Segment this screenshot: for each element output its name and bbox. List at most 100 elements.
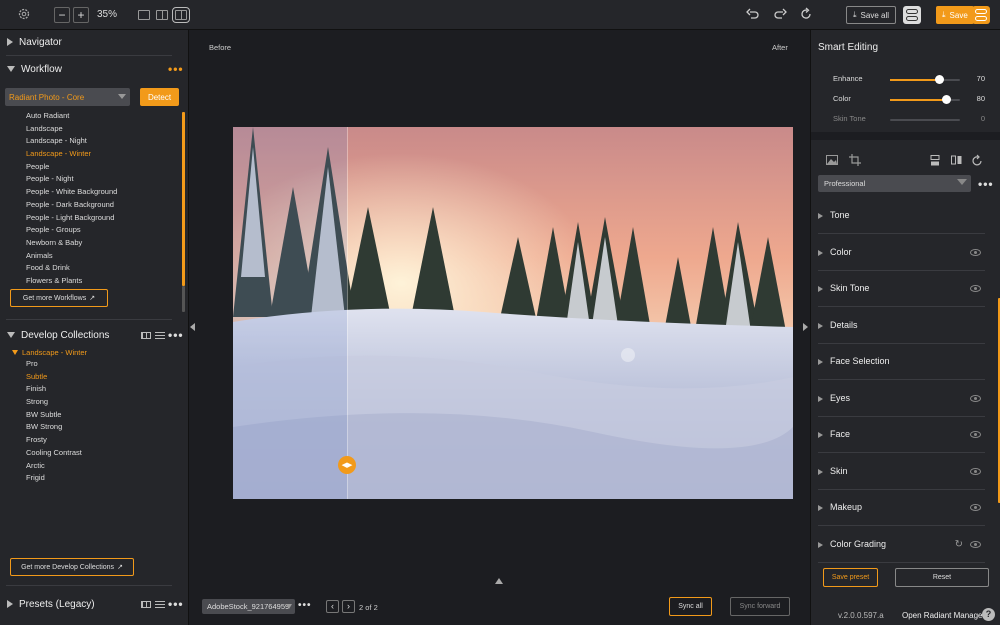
- adjustment-color[interactable]: Color: [818, 235, 985, 271]
- expand-filmstrip-icon[interactable]: [495, 578, 503, 584]
- workflow-item[interactable]: Animals: [26, 250, 117, 263]
- filter-icon[interactable]: [957, 179, 967, 185]
- collection-item[interactable]: Arctic: [26, 460, 82, 473]
- adjustment-color-grading[interactable]: Color Grading ↻: [818, 527, 985, 563]
- eye-icon[interactable]: [970, 248, 981, 256]
- workflow-item[interactable]: People - Groups: [26, 224, 117, 237]
- zoom-out-button[interactable]: −: [54, 7, 70, 23]
- save-all-button[interactable]: ⤓ Save all: [846, 6, 897, 24]
- workflow-header[interactable]: Workflow: [0, 59, 189, 79]
- slider-knob[interactable]: [935, 75, 944, 84]
- navigator-header[interactable]: Navigator: [0, 32, 189, 52]
- image-icon[interactable]: [826, 155, 838, 168]
- collections-more-icon[interactable]: •••: [168, 328, 184, 342]
- split-handle-icon[interactable]: ◀▶: [338, 456, 356, 474]
- collection-group[interactable]: Landscape - Winter: [12, 348, 87, 357]
- next-image-button[interactable]: ›: [342, 600, 355, 613]
- collapse-left-panel-icon[interactable]: [190, 323, 195, 331]
- presets-more-icon[interactable]: •••: [168, 597, 184, 611]
- slider-track[interactable]: [890, 75, 960, 84]
- sync-all-button[interactable]: Sync all: [669, 597, 712, 616]
- eye-icon[interactable]: [970, 504, 981, 511]
- workflow-item[interactable]: Landscape - Night: [26, 135, 117, 148]
- workflow-item[interactable]: Landscape - Winter: [26, 148, 117, 161]
- slider-skin-tone[interactable]: Skin Tone 0: [833, 114, 993, 126]
- collection-item[interactable]: Frigid: [26, 472, 82, 485]
- undo-icon[interactable]: [746, 7, 760, 21]
- collection-item[interactable]: Subtle: [26, 371, 82, 384]
- side-by-side-view-icon[interactable]: [156, 10, 168, 20]
- single-view-icon[interactable]: [138, 10, 150, 20]
- flip-horizontal-icon[interactable]: [951, 155, 962, 168]
- eye-icon[interactable]: [970, 394, 981, 402]
- save-button[interactable]: ⤓ Save: [936, 6, 974, 24]
- adjustment-makeup[interactable]: Makeup: [818, 490, 985, 526]
- gear-icon[interactable]: [17, 7, 31, 21]
- save-options-toggle[interactable]: [972, 6, 990, 24]
- slider-track[interactable]: [890, 95, 960, 104]
- collection-item[interactable]: Strong: [26, 396, 82, 409]
- adjustment-eyes[interactable]: Eyes: [818, 381, 985, 417]
- workflow-select[interactable]: Radiant Photo - Core: [5, 88, 130, 106]
- photo-preview[interactable]: ◀▶: [233, 127, 793, 499]
- rotate-icon[interactable]: [972, 154, 983, 169]
- open-radiant-manager-link[interactable]: Open Radiant Manager: [902, 611, 985, 620]
- crop-icon[interactable]: [849, 154, 861, 169]
- flip-vertical-icon[interactable]: [930, 155, 940, 169]
- file-select[interactable]: AdobeStock_921764959: [202, 599, 295, 614]
- previous-image-button[interactable]: ‹: [326, 600, 339, 613]
- save-preset-button[interactable]: Save preset: [823, 568, 878, 587]
- adjustment-skin[interactable]: Skin: [818, 454, 985, 490]
- eye-icon[interactable]: [970, 431, 981, 438]
- save-all-options-toggle[interactable]: [903, 6, 921, 24]
- file-more-icon[interactable]: •••: [298, 600, 312, 611]
- eye-icon[interactable]: [970, 540, 981, 548]
- list-view-icon[interactable]: [155, 601, 165, 609]
- adjustment-face[interactable]: Face: [818, 417, 985, 453]
- workflow-item[interactable]: People - Night: [26, 173, 117, 186]
- collection-item[interactable]: Finish: [26, 383, 82, 396]
- help-icon[interactable]: ?: [982, 608, 995, 621]
- grid-view-icon[interactable]: [141, 601, 151, 608]
- collection-item[interactable]: BW Subtle: [26, 409, 82, 422]
- workflow-item[interactable]: Newborn & Baby: [26, 237, 117, 250]
- adjustment-face-selection[interactable]: Face Selection: [818, 344, 985, 380]
- split-view-icon[interactable]: [172, 7, 190, 23]
- workflow-scrollbar[interactable]: [182, 112, 185, 286]
- reset-button[interactable]: Reset: [895, 568, 989, 587]
- grid-view-icon[interactable]: [141, 332, 151, 339]
- eye-icon[interactable]: [970, 285, 981, 292]
- slider-track[interactable]: [890, 119, 960, 121]
- adjustment-details[interactable]: Details: [818, 308, 985, 344]
- collection-item[interactable]: Cooling Contrast: [26, 447, 82, 460]
- slider-enhance[interactable]: Enhance 70: [833, 74, 993, 86]
- collection-item[interactable]: Pro: [26, 358, 82, 371]
- refresh-icon[interactable]: [799, 7, 813, 21]
- workflow-item[interactable]: Flowers & Plants: [26, 275, 117, 288]
- workflow-item[interactable]: People - Light Background: [26, 212, 117, 225]
- slider-color[interactable]: Color 80: [833, 94, 993, 106]
- collection-item[interactable]: BW Strong: [26, 421, 82, 434]
- slider-knob[interactable]: [942, 95, 951, 104]
- workflow-item[interactable]: People: [26, 161, 117, 174]
- adjustment-skin-tone[interactable]: Skin Tone: [818, 271, 985, 307]
- workflow-item[interactable]: Food & Drink: [26, 262, 117, 275]
- zoom-in-button[interactable]: +: [73, 7, 89, 23]
- workflow-item[interactable]: People - Dark Background: [26, 199, 117, 212]
- preset-more-icon[interactable]: •••: [978, 177, 994, 191]
- detect-button[interactable]: Detect: [140, 88, 179, 106]
- get-more-collections-button[interactable]: Get more Develop Collections ↗: [10, 558, 134, 576]
- sync-forward-button[interactable]: Sync forward: [730, 597, 790, 616]
- adjustment-tone[interactable]: Tone: [818, 198, 985, 234]
- workflow-scrollbar-track[interactable]: [182, 286, 185, 312]
- list-view-icon[interactable]: [155, 332, 165, 340]
- collapse-right-panel-icon[interactable]: [803, 323, 808, 331]
- split-line[interactable]: [347, 127, 348, 499]
- workflow-more-icon[interactable]: •••: [168, 62, 184, 76]
- preset-select[interactable]: Professional: [818, 175, 971, 192]
- workflow-item[interactable]: Auto Radiant: [26, 110, 117, 123]
- reset-icon[interactable]: ↻: [955, 539, 963, 550]
- workflow-item[interactable]: People - White Background: [26, 186, 117, 199]
- get-more-workflows-button[interactable]: Get more Workflows ↗: [10, 289, 108, 307]
- collection-item[interactable]: Frosty: [26, 434, 82, 447]
